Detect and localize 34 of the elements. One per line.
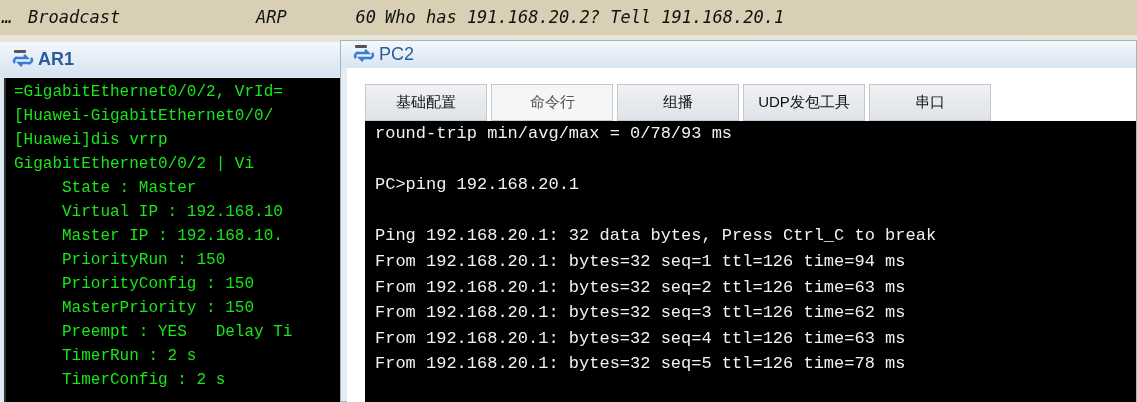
terminal-line: Preempt : YES Delay Ti [62,323,293,341]
terminal-line: =GigabitEthernet0/0/2, VrId= [14,83,283,101]
terminal-line: Virtual IP : 192.168.10 [62,203,283,221]
terminal-line: [Huawei]dis vrrp [14,131,168,149]
tab[interactable]: UDP发包工具 [743,84,865,121]
terminal-line: From 192.168.20.1: bytes=32 seq=1 ttl=126 time=94 ms [375,251,906,271]
terminal-line: round-trip min/avg/max = 0/78/93 ms [375,124,733,143]
length-cell-text: 60 [354,5,376,29]
terminal-line: Ping 192.168.20.1: 32 data bytes, Press Ctrl_C to break [375,226,937,246]
terminal-line: From 192.168.20.1: bytes=32 seq=2 ttl=126 time=63 ms [375,277,906,297]
destination-cell-text: Broadcast [28,5,122,29]
terminal-line: State : Master [62,179,197,197]
tab[interactable]: 基础配置 [365,84,487,121]
terminal-line: From 192.168.20.1: bytes=32 seq=3 ttl=126 time=62 ms [375,303,906,323]
terminal-line: TimerConfig : 2 s [62,371,226,389]
terminal-line: PriorityRun : 150 [62,251,226,269]
row-marker: … [0,5,14,29]
terminal-line: GigabitEthernet0/0/2 | Vi [14,155,255,173]
terminal-line: PC>ping 192.168.20.1 [375,175,580,195]
terminal-line: From 192.168.20.1: bytes=32 seq=4 ttl=126 time=63 ms [375,328,906,348]
terminal-line: MasterPriority : 150 [62,299,255,317]
window-title: AR1 [38,48,74,71]
tab[interactable]: 命令行 [491,84,613,121]
terminal-line: [Huawei-GigabitEthernet0/0/ [14,107,274,125]
tab[interactable]: 组播 [617,84,739,121]
packet-row[interactable]: … Broadcast ARP 60 Who has 191.168.20.2? Tell 191.168.20.1 [0,0,1137,35]
tab[interactable]: 串口 [869,84,991,121]
window-title: PC2 [379,43,414,66]
terminal-line: Master IP : 192.168.10. [62,227,283,245]
info-cell-text: Who has 191.168.20.2? Tell 191.168.20.1 [385,5,785,29]
terminal-line: From 192.168.20.1: bytes=32 seq=5 ttl=126 time=78 ms [375,354,906,374]
terminal-line: TimerRun : 2 s [62,347,197,365]
terminal-line: PriorityConfig : 150 [62,275,255,293]
protocol-cell-text: ARP [256,5,288,29]
